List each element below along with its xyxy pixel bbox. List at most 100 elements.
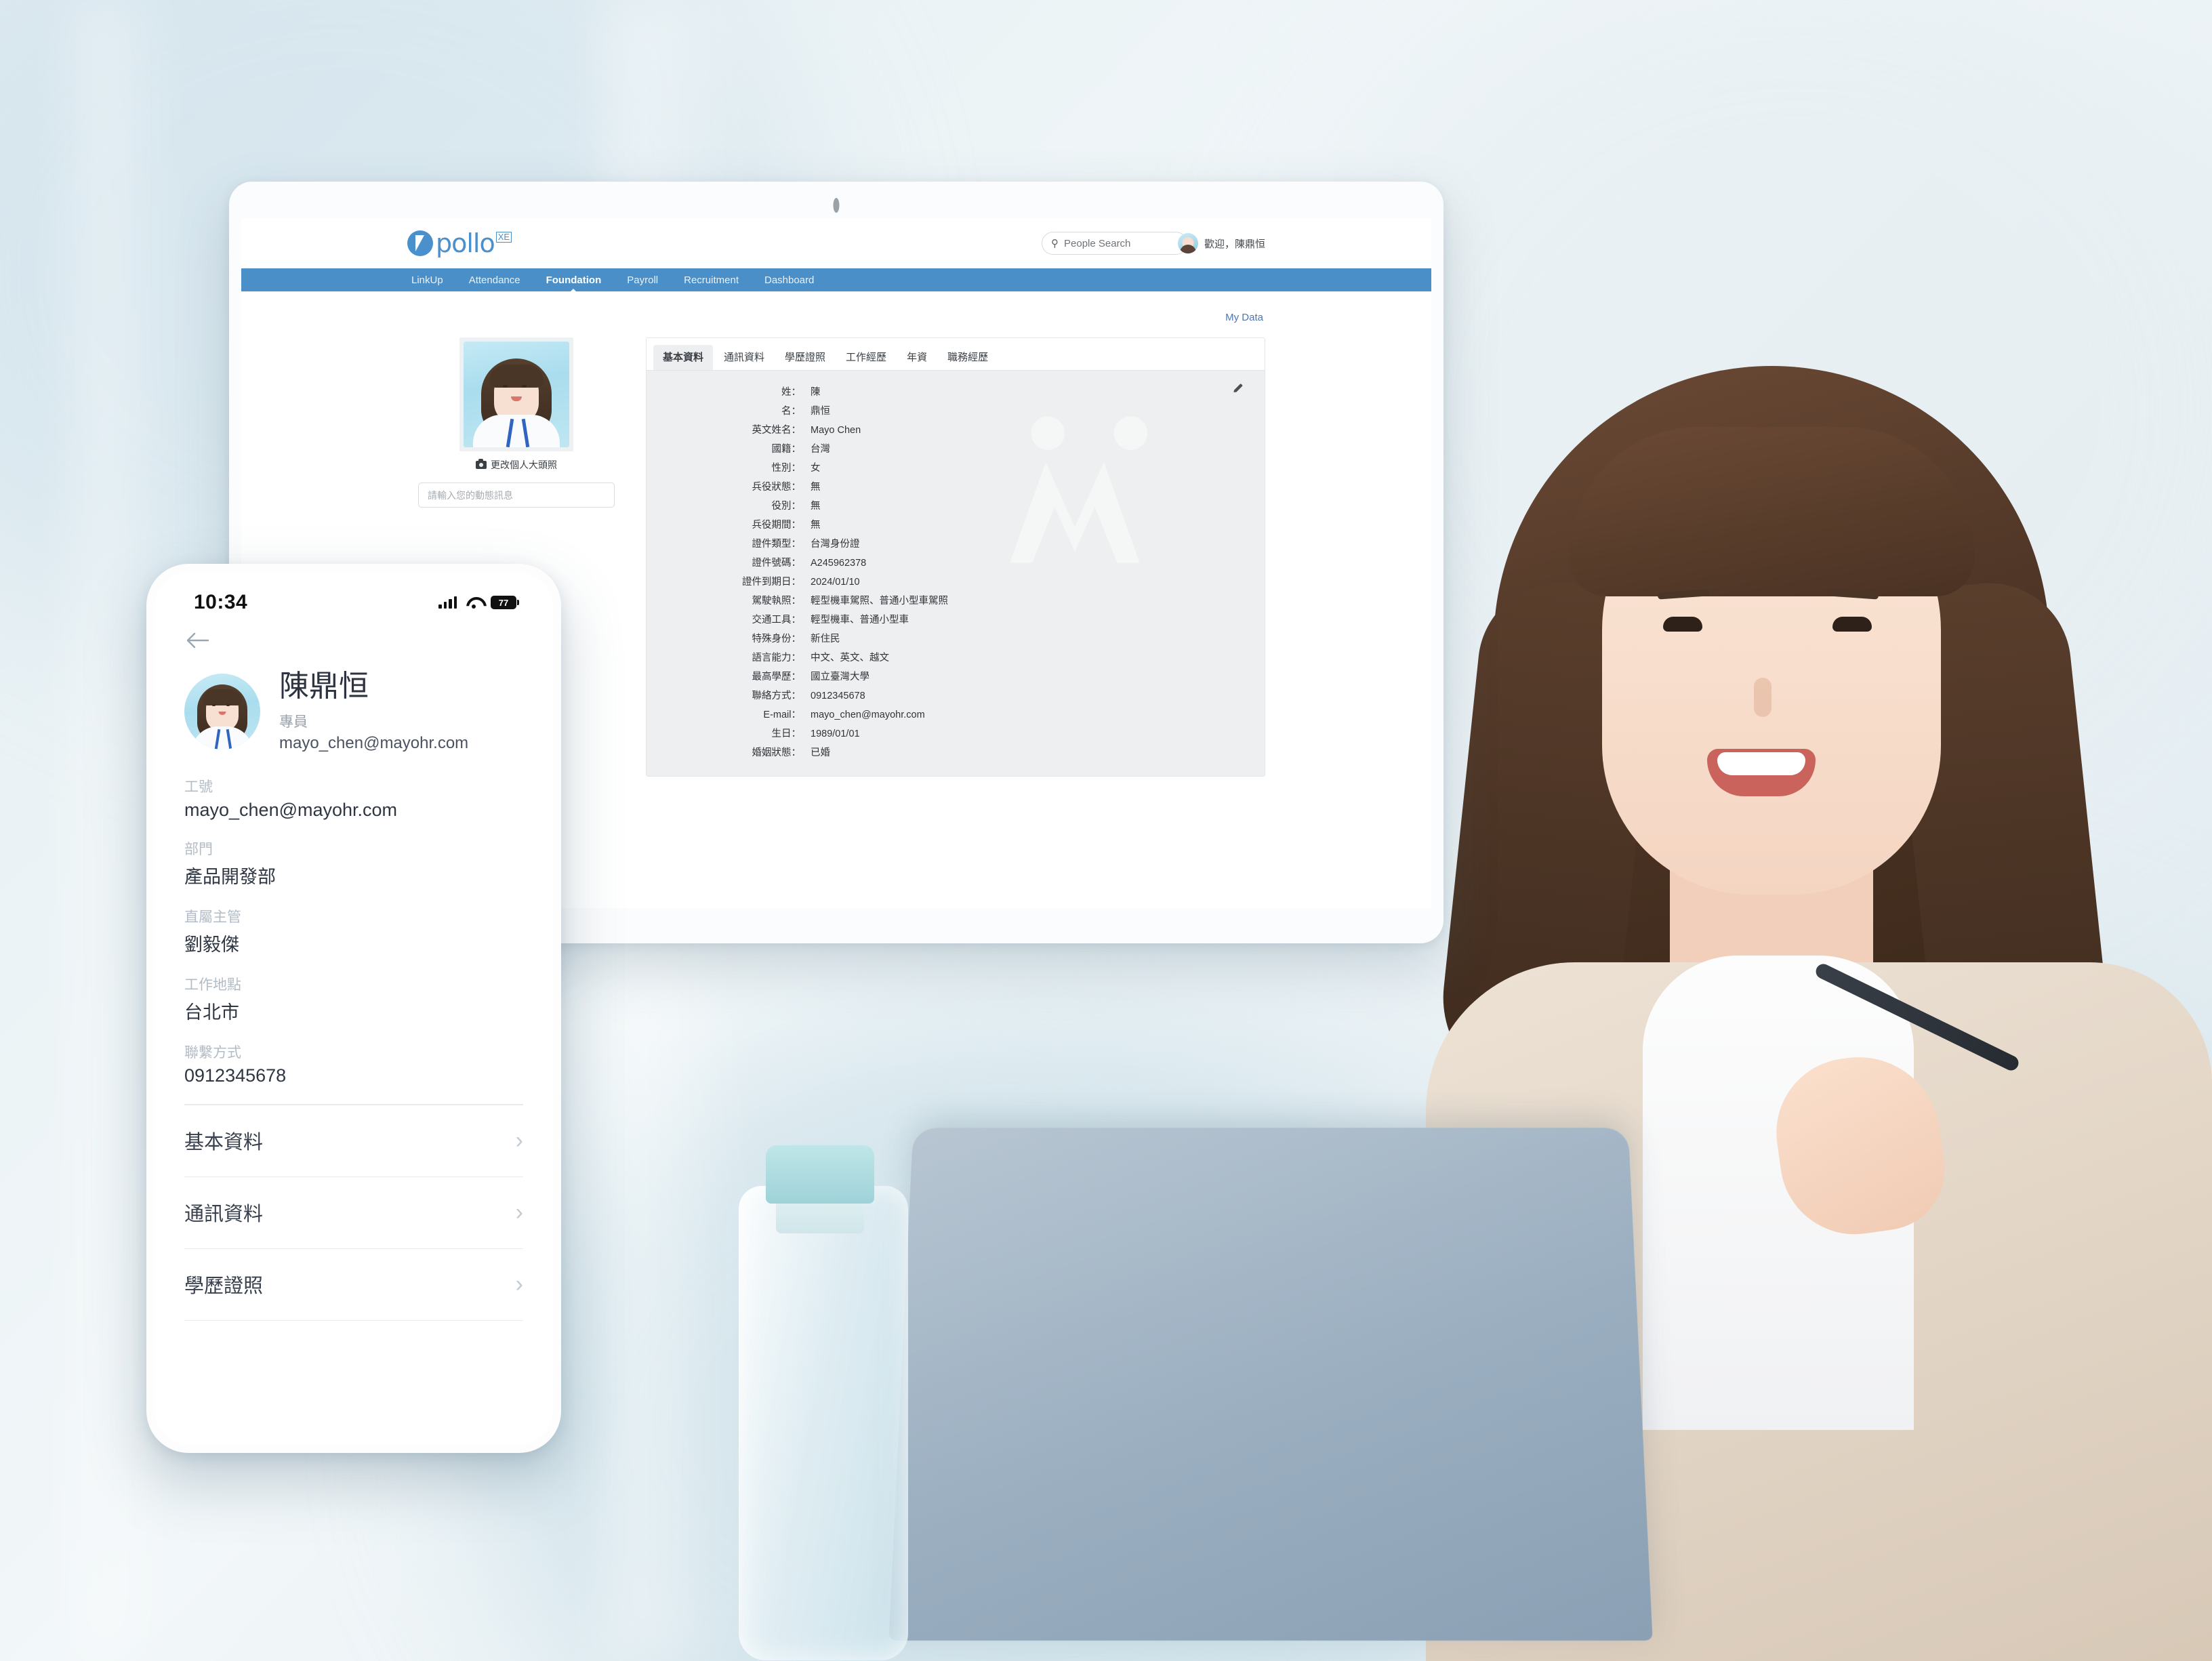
teeth-shape [1717, 752, 1805, 775]
phone-field-label: 部門 [184, 842, 213, 858]
field-value: 輕型機車駕照、普通小型車駕照 [811, 595, 948, 607]
field-label: 生日： [771, 728, 802, 739]
field-label: 駕駛執照： [752, 595, 802, 607]
field-label: 姓： [781, 386, 801, 398]
phone-field-value: 台北市 [184, 1002, 239, 1023]
people-search-input[interactable]: ⚲ People Search [1042, 232, 1187, 255]
phone-profile-text: 陳鼎恒 專員 mayo_chen@mayohr.com [279, 670, 468, 753]
field-row: 語言能力： 中文、英文、越文 [647, 647, 1265, 666]
screenshot-stage: pollo XE ⚲ People Search 歡迎，陳鼎恒 LinkUp At… [0, 0, 2212, 1661]
tab-2[interactable]: 學歷證照 [775, 345, 835, 370]
phone-menu-label: 通訊資料 [184, 1204, 264, 1226]
nose-shape [1754, 678, 1771, 717]
nav-item-payroll[interactable]: Payroll [623, 274, 662, 286]
tab-1[interactable]: 通訊資料 [714, 345, 774, 370]
welcome-label: 歡迎，陳鼎恒 [1204, 238, 1265, 250]
phone-profile-name: 陳鼎恒 [279, 670, 369, 703]
tab-5[interactable]: 職務經歷 [938, 345, 998, 370]
field-row: 駕駛執照： 輕型機車駕照、普通小型車駕照 [647, 590, 1265, 609]
phone-avatar[interactable] [184, 674, 260, 750]
phone-field-list: 工號 mayo_chen@mayohr.com 部門產品開發部直屬主管劉毅傑工作地點… [155, 753, 553, 1086]
field-row: 兵役期間： 無 [647, 514, 1265, 533]
field-row: 特殊身份： 新住民 [647, 628, 1265, 647]
phone-field-value: 0912345678 [184, 1065, 287, 1086]
phone-field-value: 產品開發部 [184, 867, 276, 888]
tab-0[interactable]: 基本資料 [653, 345, 714, 370]
field-value: 鼎恒 [811, 405, 830, 417]
phone-field-label: 直屬主管 [184, 909, 241, 926]
water-bottle [739, 1186, 908, 1660]
profile-photo-image [464, 342, 569, 447]
field-row: 國籍： 台灣 [647, 438, 1265, 457]
laptop-foreground [888, 1128, 1653, 1641]
chevron-right-icon: › [515, 1128, 523, 1154]
field-label: 語言能力： [752, 652, 802, 663]
apollo-logo[interactable]: pollo XE [407, 230, 512, 256]
field-value: 中文、英文、越文 [811, 652, 889, 663]
profile-photo-frame [459, 337, 573, 451]
field-label: 最高學歷： [752, 671, 802, 682]
field-value: 1989/01/01 [811, 728, 860, 739]
my-data-link[interactable]: My Data [1225, 312, 1263, 323]
field-row: 生日： 1989/01/01 [647, 723, 1265, 742]
phone-field-label: 聯繫方式 [184, 1045, 241, 1061]
phone-field-item: 工作地點 台北市 [184, 974, 523, 1024]
field-label: 婚姻狀態： [752, 747, 802, 758]
field-value: 2024/01/10 [811, 576, 860, 588]
nav-item-dashboard[interactable]: Dashboard [760, 274, 818, 286]
field-row: 聯絡方式： 0912345678 [647, 685, 1265, 704]
field-row: E-mail： mayo_chen@mayohr.com [647, 704, 1265, 723]
field-row: 姓： 陳 [647, 382, 1265, 401]
field-row: 英文姓名： Mayo Chen [647, 419, 1265, 438]
apollo-logo-icon [407, 230, 433, 256]
photo-eye-right [521, 384, 527, 388]
field-value: 台灣 [811, 443, 830, 455]
field-value: 陳 [811, 386, 821, 398]
bottle-cap [766, 1145, 874, 1204]
field-label: 兵役狀態： [752, 481, 802, 493]
field-value: 國立臺灣大學 [811, 671, 869, 682]
field-label: 證件到期日： [742, 576, 801, 588]
field-label: 證件類型： [752, 538, 802, 550]
nav-item-recruitment[interactable]: Recruitment [680, 274, 743, 286]
status-message-input[interactable]: 請輸入您的動態訊息 [418, 483, 615, 508]
battery-level: 77 [498, 597, 509, 608]
phone-menu-label: 基本資料 [184, 1132, 264, 1154]
chevron-right-icon: › [515, 1271, 523, 1298]
phone-menu-row-0[interactable]: 基本資料 › [184, 1105, 523, 1177]
field-value: 台灣身份證 [811, 538, 860, 550]
field-label: 役別： [771, 500, 802, 512]
phone-profile-header: 陳鼎恒 專員 mayo_chen@mayohr.com [155, 653, 553, 753]
nav-item-linkup[interactable]: LinkUp [407, 274, 447, 286]
phone-field-item: 工號 mayo_chen@mayohr.com [184, 776, 523, 821]
details-column: 基本資料 通訊資料 學歷證照 工作經歷 年資 職務經歷 姓： 陳 名： 鼎恒 英… [626, 337, 1265, 777]
field-value: 輕型機車、普通小型車 [811, 614, 909, 626]
field-row: 兵役狀態： 無 [647, 476, 1265, 495]
field-label: 兵役期間： [752, 519, 802, 531]
phone-field-label: 工號 [184, 779, 213, 796]
field-value: 已婚 [811, 747, 830, 758]
field-label: 特殊身份： [752, 633, 802, 644]
tab-4[interactable]: 年資 [897, 345, 937, 370]
phone-menu-row-2[interactable]: 學歷證照 › [184, 1249, 523, 1321]
status-indicators: 77 [438, 596, 519, 609]
field-row: 性別： 女 [647, 457, 1265, 476]
change-photo-button[interactable]: 更改個人大頭照 [476, 458, 557, 472]
battery-icon: 77 [491, 596, 519, 609]
field-label: 聯絡方式： [752, 690, 802, 701]
field-row: 最高學歷： 國立臺灣大學 [647, 666, 1265, 685]
phone-menu-row-1[interactable]: 通訊資料 › [184, 1177, 523, 1249]
field-row: 婚姻狀態： 已婚 [647, 742, 1265, 761]
search-icon: ⚲ [1051, 237, 1059, 249]
phone-profile-title: 專員 [279, 714, 308, 731]
nav-item-foundation[interactable]: Foundation [542, 274, 606, 286]
status-message-placeholder: 請輸入您的動態訊息 [428, 489, 513, 501]
user-menu[interactable]: 歡迎，陳鼎恒 [1177, 233, 1265, 253]
phone-field-value: 劉毅傑 [184, 935, 239, 956]
back-button[interactable] [155, 622, 553, 653]
nav-item-attendance[interactable]: Attendance [465, 274, 525, 286]
field-value: 新住民 [811, 633, 840, 644]
phone-field-value: mayo_chen@mayohr.com [184, 800, 398, 821]
field-row: 役別： 無 [647, 495, 1265, 514]
tab-3[interactable]: 工作經歷 [836, 345, 896, 370]
